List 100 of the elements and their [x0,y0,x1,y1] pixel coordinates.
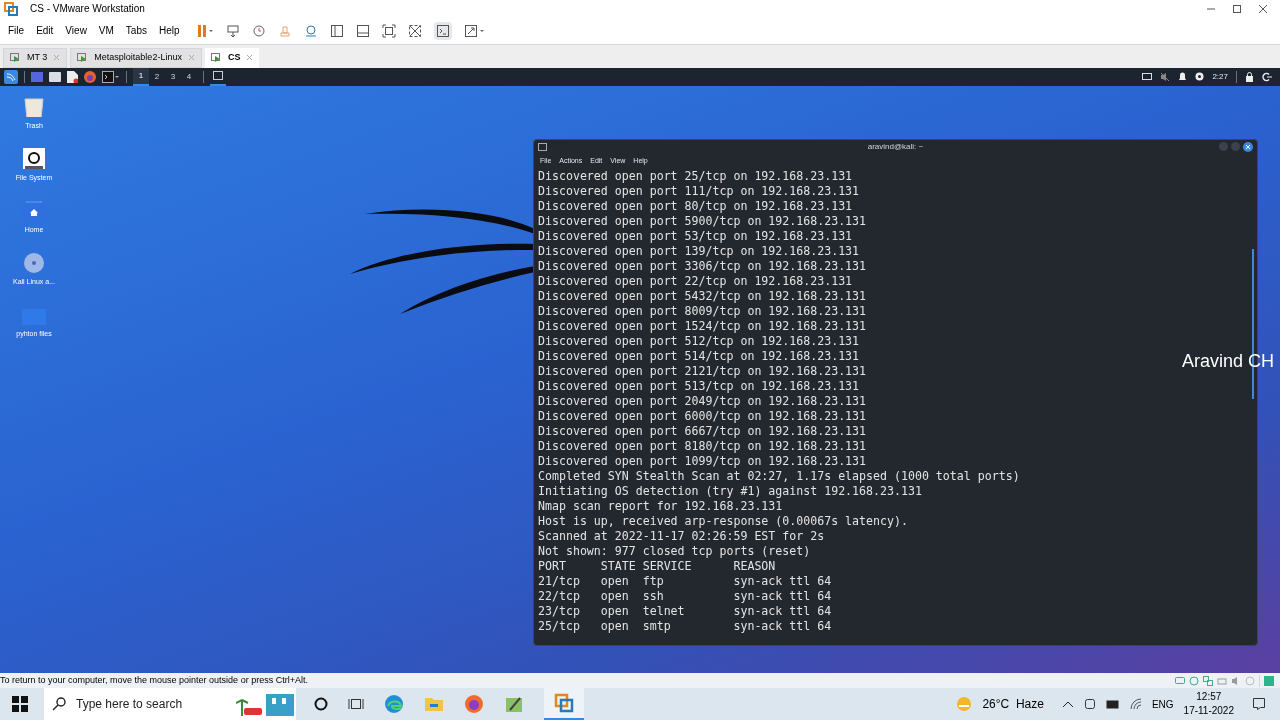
terminal-line: Not shown: 977 closed tcp ports (reset) [538,543,811,558]
terminal-line: Discovered open port 514/tcp on 192.168.23.131 [538,348,860,363]
terminal-line: Discovered open port 5900/tcp on 192.168.23.131 [538,213,867,228]
vm-icon [77,52,89,63]
terminal-line: Discovered open port 2049/tcp on 192.168.23.131 [538,393,867,408]
windows-start-icon[interactable] [12,696,28,712]
taskbar-clock[interactable]: 12:57 17-11-2022 [1183,690,1234,718]
firefox-icon[interactable] [464,694,484,714]
vm-tab[interactable]: MT 3 [3,47,68,68]
meet-now-icon[interactable] [1083,698,1096,710]
power-manager-icon[interactable] [1195,72,1205,82]
muted-speaker-icon[interactable] [1160,71,1171,82]
menu-item[interactable]: View [65,23,87,39]
terminal-line: Discovered open port 8009/tcp on 192.168.23.131 [538,303,867,318]
vm-tab[interactable]: CS [204,47,260,68]
terminal-line: Discovered open port 1099/tcp on 192.168.23.131 [538,453,867,468]
close-icon[interactable] [1258,3,1268,14]
terminal-line: 21/tcp open ftp syn-ack ttl 64 [538,573,832,588]
menu-item[interactable]: Tabs [125,23,147,39]
edge-icon[interactable] [384,694,404,714]
folder-icon[interactable] [49,71,61,82]
terminal-line: Discovered open port 6667/tcp on 192.168.23.131 [538,423,867,438]
window-title: CS - VMware Workstation [30,2,145,17]
terminal-line: Discovered open port 512/tcp on 192.168.23.131 [538,333,860,348]
terminal-line: Discovered open port 1524/tcp on 192.168.23.131 [538,318,867,333]
terminal-line: Host is up, received arp-response (0.00067s latency). [538,513,908,528]
close-icon[interactable] [1243,141,1253,152]
panel-clock[interactable]: 2:27 [1212,70,1228,83]
wifi-icon[interactable] [1129,698,1142,710]
cd-icon[interactable] [1189,675,1199,686]
terminal-line: Discovered open port 6000/tcp on 192.168.23.131 [538,408,867,423]
snapshot-manager-icon[interactable] [303,23,318,38]
terminal-line: Discovered open port 3306/tcp on 192.168.23.131 [538,258,867,273]
terminal-line: Discovered open port 139/tcp on 192.168.23.131 [538,243,860,258]
terminal-line: Discovered open port 25/tcp on 192.168.23.131 [538,168,853,183]
terminal-line: 23/tcp open telnet syn-ack ttl 64 [538,603,832,618]
weather-text[interactable]: 26°C Haze [982,695,1044,713]
library-view-icon[interactable] [329,23,344,38]
menu-item[interactable]: VM [98,23,114,39]
pause-icon[interactable] [195,23,214,38]
terminal-line: Discovered open port 513/tcp on 192.168.23.131 [538,378,860,393]
clock-icon[interactable] [251,23,266,38]
terminal-line: Completed SYN Stealth Scan at 02:27, 1.17s elapsed (1000 total ports) [538,468,1020,483]
terminal-line: Discovered open port 53/tcp on 192.168.23.131 [538,228,853,243]
language-indicator[interactable]: ENG [1151,696,1174,712]
workspace-button[interactable]: 3 [165,67,181,86]
search-icon [52,697,66,711]
terminal-title: aravind@kali: ~ [867,140,924,153]
kali-menu-icon[interactable] [4,69,18,84]
terminal-line: PORT STATE SERVICE REASON [538,558,776,573]
stretch-icon[interactable] [463,23,486,38]
workspace-button[interactable]: 4 [181,67,197,86]
full-screen-icon[interactable] [381,23,396,38]
clock-time: 12:57 [1196,690,1222,704]
maximize-icon[interactable] [1232,3,1242,14]
battery-icon[interactable] [1105,699,1120,709]
vm-tab[interactable]: Metasploitable2-Linux [70,47,202,68]
terminal-line: Nmap scan report for 192.168.23.131 [538,498,783,513]
terminal-icon[interactable] [102,70,120,83]
terminal-line: Discovered open port 5432/tcp on 192.168.23.131 [538,288,867,303]
trash-icon[interactable] [23,95,45,118]
terminal-line: Discovered open port 111/tcp on 192.168.23.131 [538,183,860,198]
console-view-icon[interactable] [355,23,370,38]
send-keys-icon[interactable] [225,23,240,38]
terminal-line: 25/tcp open smtp syn-ack ttl 64 [538,618,832,633]
status-message: To return to your computer, move the mouse pointer outside or press Ctrl+Alt. [0,673,308,687]
terminal-line: Discovered open port 8180/tcp on 192.168.23.131 [538,438,867,453]
network-icon[interactable] [1203,675,1213,686]
desktop-icon[interactable] [31,71,43,82]
workspace-button[interactable]: 2 [149,67,165,86]
notification-icon[interactable] [1252,697,1266,711]
menu-item[interactable]: Edit [36,23,54,39]
menu-item[interactable]: File [8,23,25,39]
vm-icon [10,52,21,63]
lock-icon[interactable] [1245,71,1254,82]
terminal-line: Discovered open port 80/tcp on 192.168.23.131 [538,198,853,213]
scrollbar-thumb[interactable] [1252,248,1254,399]
logout-icon[interactable] [1262,71,1272,82]
firefox-icon[interactable] [84,70,96,83]
unity-icon[interactable] [407,23,422,38]
vm-icon [210,52,222,63]
terminal-line: Scanned at 2022-11-17 02:26:59 EST for 2s [538,528,825,543]
chevron-up-icon[interactable] [1061,700,1074,708]
display-icon[interactable] [1142,72,1153,81]
terminal-line: 22/tcp open ssh syn-ack ttl 64 [538,588,832,603]
app-logo-icon [4,1,18,16]
terminal-icon[interactable] [433,21,452,40]
cortana-icon[interactable] [314,697,328,711]
bell-icon[interactable] [1178,71,1188,82]
drive-icon[interactable] [23,147,45,170]
terminal-line: Discovered open port 2121/tcp on 192.168.23.131 [538,363,867,378]
terminal-window-icon [538,142,547,151]
text-editor-icon[interactable] [67,70,78,83]
clock-date: 17-11-2022 [1183,704,1234,718]
terminal-window-icon[interactable] [213,71,223,81]
vmware-icon [554,693,574,713]
task-view-icon[interactable] [348,697,364,711]
menu-item[interactable]: Help [159,23,180,39]
terminal-line: Discovered open port 22/tcp on 192.168.23.131 [538,273,853,288]
vmware-taskbar-button[interactable] [544,688,584,720]
